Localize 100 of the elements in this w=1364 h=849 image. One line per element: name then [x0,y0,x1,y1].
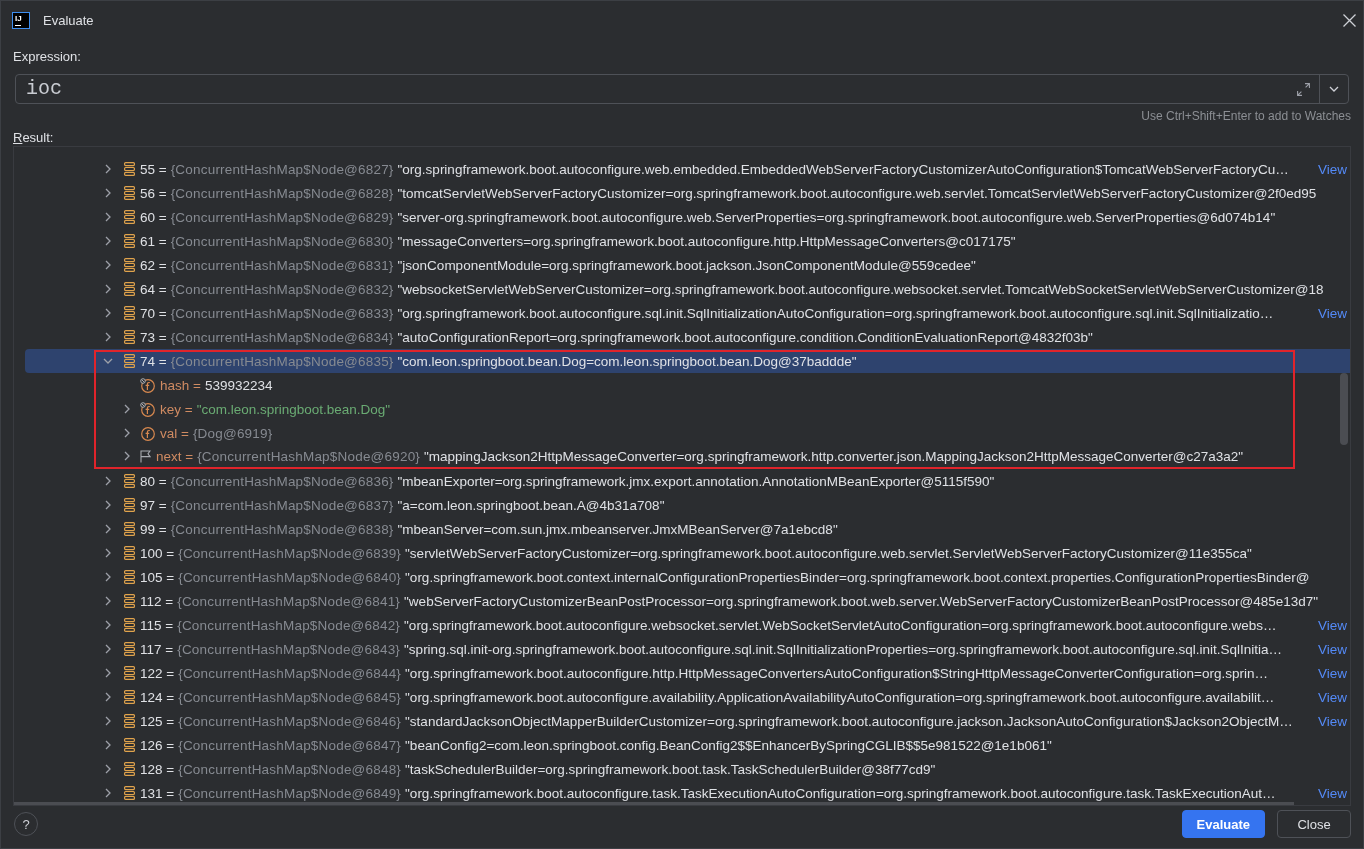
chevron-right-icon[interactable] [105,188,111,198]
entry-label: 105 = [140,569,175,585]
chevron-right-icon[interactable] [105,212,111,222]
object-type: {ConcurrentHashMap$Node@6833} [170,305,394,321]
entry-label: 122 = [140,665,175,681]
entry-value: "autoConfigurationReport=org.springframework.boot.autoconfigure.condition.ConditionEvaluationReport@4832f03b" [397,329,1093,345]
view-link[interactable]: View [1311,641,1350,657]
object-type: {ConcurrentHashMap$Node@6836} [170,473,394,489]
tree-row[interactable]: 100 = {ConcurrentHashMap$Node@6839} "servletWebServerFactoryCustomizer=org.springframework.boot.autoconfigure.web.servlet.ServletWebServerFactoryCustomizer@11e355ca" [25,541,1350,565]
stack-icon [124,498,135,512]
chevron-right-icon[interactable] [124,428,130,438]
tree-row[interactable]: 122 = {ConcurrentHashMap$Node@6844} "org.springframework.boot.autoconfigure.http.HttpMessageConvertersAutoConfiguration$StringHttpMessageConverterConfiguration=org.sprin… View [25,661,1350,685]
entry-value: "taskSchedulerBuilder=org.springframework.boot.task.TaskSchedulerBuilder@38f77cd9" [405,761,936,777]
tree-row[interactable]: val = {Dog@6919} [25,421,1350,445]
view-link[interactable]: View [1311,617,1350,633]
stack-icon [124,738,135,752]
chevron-right-icon[interactable] [105,716,111,726]
tree-row[interactable]: 117 = {ConcurrentHashMap$Node@6843} "spring.sql.init-org.springframework.boot.autoconfigure.sql.init.SqlInitializationProperties=org.springframework.boot.autoconfigure.sql.init.SqlInitia… View [25,637,1350,661]
tree-row[interactable]: 56 = {ConcurrentHashMap$Node@6828} "tomcatServletWebServerFactoryCustomizer=org.springframework.boot.autoconfigure.web.servlet.TomcatServletWebServerFactoryCustomizer@2f0ed95 [25,181,1350,205]
chevron-right-icon[interactable] [105,740,111,750]
object-type: {Dog@6919} [192,425,273,441]
chevron-right-icon[interactable] [105,572,111,582]
object-type: {ConcurrentHashMap$Node@6844} [178,665,402,681]
chevron-right-icon[interactable] [105,548,111,558]
chevron-right-icon[interactable] [105,788,111,798]
tree-row[interactable]: 112 = {ConcurrentHashMap$Node@6841} "webServerFactoryCustomizerBeanPostProcessor=org.springframework.boot.web.server.WebServerFactoryCustomizerBeanPostProcessor@485e13d7" [25,589,1350,613]
view-link[interactable]: View [1311,305,1350,321]
tree-row[interactable]: 80 = {ConcurrentHashMap$Node@6836} "mbeanExporter=org.springframework.jmx.export.annotation.AnnotationMBeanExporter@5115f590" [25,469,1350,493]
chevron-right-icon[interactable] [105,596,111,606]
entry-value: "servletWebServerFactoryCustomizer=org.springframework.boot.autoconfigure.web.servlet.ServletWebServerFactoryCustomizer@11e355ca" [405,545,1252,561]
chevron-right-icon[interactable] [105,308,111,318]
view-link[interactable]: View [1311,713,1350,729]
tree-row[interactable]: key = "com.leon.springboot.bean.Dog" [25,397,1350,421]
tree-row[interactable]: 99 = {ConcurrentHashMap$Node@6838} "mbeanServer=com.sun.jmx.mbeanserver.JmxMBeanServer@7a1ebcd8" [25,517,1350,541]
stack-icon [124,306,135,320]
tree-row[interactable]: 62 = {ConcurrentHashMap$Node@6831} "jsonComponentModule=org.springframework.boot.jackson.JsonComponentModule@559cedee" [25,253,1350,277]
tree-row[interactable]: 61 = {ConcurrentHashMap$Node@6830} "messageConverters=org.springframework.boot.autoconfigure.http.HttpMessageConverters@c017175" [25,229,1350,253]
entry-value: "org.springframework.boot.autoconfigure.task.TaskExecutionAutoConfiguration=org.springframework.boot.autoconfigure.task.TaskExecutionAut… [405,785,1276,801]
stack-icon [124,642,135,656]
close-icon[interactable] [1343,14,1356,27]
chevron-right-icon[interactable] [105,476,111,486]
entry-label: 64 = [140,281,167,297]
tree-row[interactable]: 97 = {ConcurrentHashMap$Node@6837} "a=com.leon.springboot.bean.A@4b31a708" [25,493,1350,517]
tree-row[interactable]: hash = 539932234 [25,373,1350,397]
chevron-right-icon[interactable] [105,260,111,270]
field-value: 539932234 [204,377,273,393]
tree-row[interactable]: 124 = {ConcurrentHashMap$Node@6845} "org.springframework.boot.autoconfigure.availability.ApplicationAvailabilityAutoConfiguration=org.springframework.boot.autoconfigure.availabilit… View [25,685,1350,709]
window-title: Evaluate [43,13,94,28]
tree-row[interactable]: next = {ConcurrentHashMap$Node@6920} "mappingJackson2HttpMessageConverter=org.springframework.http.converter.json.MappingJackson2HttpMessageConverter@c27a3a2" [25,445,1350,467]
object-type: {ConcurrentHashMap$Node@6829} [170,209,394,225]
chevron-right-icon[interactable] [105,524,111,534]
entry-value: "spring.sql.init-org.springframework.boot.autoconfigure.sql.init.SqlInitializationProperties=org.springframework.boot.autoconfigure.sql.init.SqlInitia… [404,641,1282,657]
tree-row[interactable]: 105 = {ConcurrentHashMap$Node@6840} "org.springframework.boot.context.internalConfigurationPropertiesBinder=org.springframework.boot.context.properties.ConfigurationPropertiesBinder@ [25,565,1350,589]
tree-row[interactable]: 131 = {ConcurrentHashMap$Node@6849} "org.springframework.boot.autoconfigure.task.TaskExecutionAutoConfiguration=org.springframework.boot.autoconfigure.task.TaskExecutionAut… View [25,781,1350,805]
chevron-right-icon[interactable] [105,692,111,702]
chevron-right-icon[interactable] [105,764,111,774]
tree-row[interactable]: 126 = {ConcurrentHashMap$Node@6847} "beanConfig2=com.leon.springboot.config.BeanConfig2$$EnhancerBySpringCGLIB$$5e981522@1e1b061" [25,733,1350,757]
object-type: {ConcurrentHashMap$Node@6841} [177,593,401,609]
entry-label: 62 = [140,257,167,273]
chevron-right-icon[interactable] [105,620,111,630]
entry-label: 56 = [140,185,167,201]
chevron-right-icon[interactable] [105,164,111,174]
evaluate-button[interactable]: Evaluate [1181,810,1265,838]
view-link[interactable]: View [1311,785,1350,801]
tree-row[interactable]: 74 = {ConcurrentHashMap$Node@6835} "com.leon.springboot.bean.Dog=com.leon.springboot.bean.Dog@37baddde" [25,349,1350,373]
tree-row[interactable]: 73 = {ConcurrentHashMap$Node@6834} "autoConfigurationReport=org.springframework.boot.autoconfigure.condition.ConditionEvaluationReport@4832f03b" [25,325,1350,349]
entry-value: "jsonComponentModule=org.springframework.boot.jackson.JsonComponentModule@559cedee" [397,257,976,273]
chevron-down-icon[interactable] [103,358,113,364]
entry-value: "a=com.leon.springboot.bean.A@4b31a708" [397,497,665,513]
chevron-right-icon[interactable] [124,451,130,461]
entry-value: "beanConfig2=com.leon.springboot.config.BeanConfig2$$EnhancerBySpringCGLIB$$5e981522@1e1b061" [405,737,1052,753]
chevron-right-icon[interactable] [105,284,111,294]
tree-row[interactable]: 125 = {ConcurrentHashMap$Node@6846} "standardJacksonObjectMapperBuilderCustomizer=org.springframework.boot.autoconfigure.jackson.JacksonAutoConfiguration$Jackson2ObjectM… View [25,709,1350,733]
chevron-right-icon[interactable] [105,644,111,654]
object-type: {ConcurrentHashMap$Node@6837} [170,497,394,513]
object-type: {ConcurrentHashMap$Node@6838} [170,521,394,537]
chevron-right-icon[interactable] [105,668,111,678]
entry-label: 55 = [140,161,167,177]
chevron-right-icon[interactable] [124,404,130,414]
view-link[interactable]: View [1311,689,1350,705]
expand-icon[interactable] [1297,82,1310,96]
chevron-right-icon[interactable] [105,332,111,342]
expression-field[interactable]: ioc [15,74,1349,104]
tree-row[interactable]: 55 = {ConcurrentHashMap$Node@6827} "org.springframework.boot.autoconfigure.web.embedded.EmbeddedWebServerFactoryCustomizerAutoConfiguration$TomcatWebServerFactoryCu… View [25,157,1350,181]
tree-row[interactable]: 60 = {ConcurrentHashMap$Node@6829} "server-org.springframework.boot.autoconfigure.web.ServerProperties=org.springframework.boot.autoconfigure.web.ServerProperties@6d074b14" [25,205,1350,229]
object-type: {ConcurrentHashMap$Node@6828} [170,185,394,201]
chevron-right-icon[interactable] [105,500,111,510]
object-type: {ConcurrentHashMap$Node@6832} [170,281,394,297]
tree-row[interactable]: 115 = {ConcurrentHashMap$Node@6842} "org.springframework.boot.autoconfigure.websocket.servlet.WebSocketServletAutoConfiguration=org.springframework.boot.autoconfigure.webs… View [25,613,1350,637]
field-badge-icon [140,377,155,393]
tree-row[interactable]: 70 = {ConcurrentHashMap$Node@6833} "org.springframework.boot.autoconfigure.sql.init.SqlInitializationAutoConfiguration=org.springframework.boot.autoconfigure.sql.init.SqlInitializatio… View [25,301,1350,325]
scrollbar-thumb[interactable] [1340,373,1348,445]
view-link[interactable]: View [1311,665,1350,681]
object-type: {ConcurrentHashMap$Node@6827} [170,161,394,177]
scrollbar-thumb[interactable] [14,802,1294,805]
tree-row[interactable]: 128 = {ConcurrentHashMap$Node@6848} "taskSchedulerBuilder=org.springframework.boot.task.TaskSchedulerBuilder@38f77cd9" [25,757,1350,781]
close-button[interactable]: Close [1277,810,1351,838]
chevron-right-icon[interactable] [105,236,111,246]
tree-row[interactable]: 64 = {ConcurrentHashMap$Node@6832} "websocketServletWebServerCustomizer=org.springframework.boot.autoconfigure.websocket.servlet.TomcatWebSocketServletWebServerCustomizer@18 [25,277,1350,301]
view-link[interactable]: View [1311,161,1350,177]
